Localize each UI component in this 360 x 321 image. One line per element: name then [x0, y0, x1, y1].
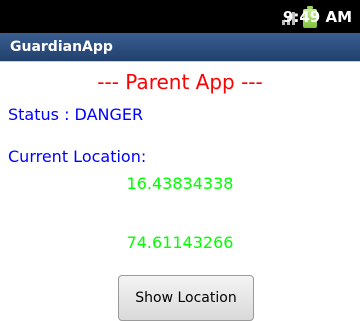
current-location-label: Current Location: — [8, 147, 147, 166]
longitude-value: 74.61143266 — [126, 233, 234, 252]
status-bar: 9:49 AM — [0, 0, 360, 33]
app-title-bar: GuardianApp — [0, 33, 360, 62]
show-location-button[interactable]: Show Location — [118, 275, 254, 321]
clock: 9:49 AM — [282, 8, 352, 26]
latitude-value: 16.43834338 — [126, 174, 234, 193]
status-text: Status : DANGER — [8, 105, 144, 124]
page-heading: --- Parent App --- — [97, 70, 263, 94]
app-title: GuardianApp — [10, 39, 113, 55]
